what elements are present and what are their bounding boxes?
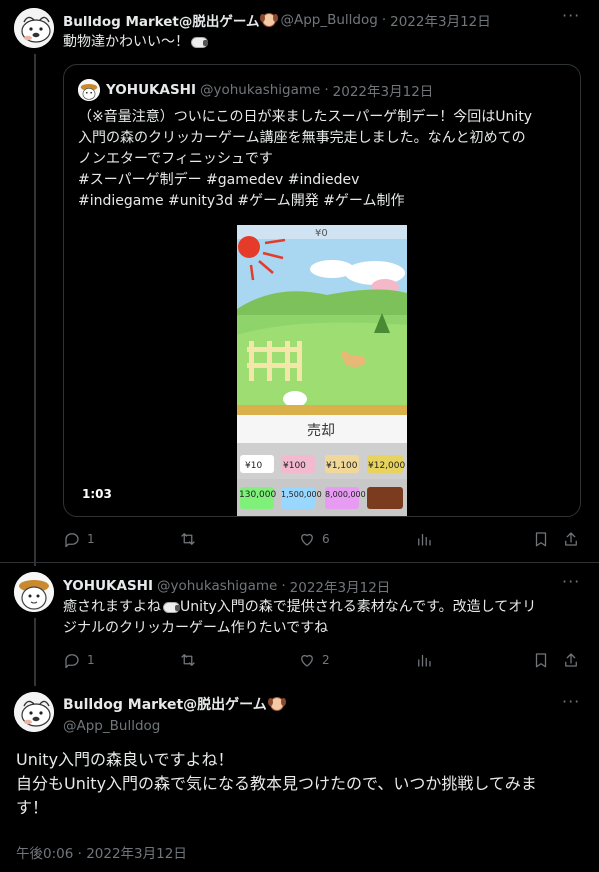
thread-line: [34, 54, 36, 566]
tweet-text-part: 癒されますよね: [63, 599, 161, 615]
tweet-text: 癒されますよね Unity入門の森で提供される素材なんです。改造してオリ ジナルの…: [63, 597, 583, 639]
tweet-header: YOHUKASHI @yohukashigame · 2022年3月12日: [63, 576, 390, 596]
reply-count: 1: [87, 653, 95, 667]
quote-date: 2022年3月12日: [332, 84, 434, 100]
main-tweet-header: Bulldog Market@脱出ゲーム @App_Bulldog: [63, 694, 286, 734]
avatar-bulldog-market[interactable]: [14, 692, 54, 732]
tweet-text-line: Unity入門の森良いですよね！: [16, 750, 234, 769]
retweet-button[interactable]: [179, 530, 203, 548]
heart-icon: [301, 654, 313, 667]
tweet-text-part: Unity入門の森で提供される素材なんです。改造してオリ: [180, 599, 537, 615]
more-options-icon[interactable]: ···: [562, 572, 580, 591]
bulldog-face-icon: [260, 13, 279, 27]
views-icon: [418, 533, 431, 546]
quote-text-line: ノンエターでフィニッシュです: [78, 151, 273, 167]
price-1: ¥10: [245, 461, 262, 471]
bulldog-avatar-icon: [14, 8, 54, 48]
reply-button[interactable]: 1: [63, 651, 95, 669]
quote-text-line: 入門の森のクリッカーゲーム講座を無事完走しました。なんと初めての: [78, 130, 526, 146]
avatar-yohukashi[interactable]: [14, 572, 54, 612]
user-handle[interactable]: @App_Bulldog: [280, 12, 377, 28]
retweet-icon: [181, 654, 195, 666]
tweet-text-content: 動物達かわいい〜！: [63, 34, 189, 50]
separator-dot: ·: [324, 82, 329, 98]
share-button[interactable]: [562, 651, 580, 669]
quote-display-name: YOHUKASHI: [106, 82, 196, 98]
retweet-button[interactable]: [179, 651, 203, 669]
sell-button: 売却: [307, 423, 335, 439]
sheep-emoji-icon: [191, 36, 208, 48]
tweet-text-line: ジナルのクリッカーゲーム作りたいですね: [63, 620, 329, 636]
retweet-icon: [181, 533, 195, 545]
tweet-date[interactable]: 2022年3月12日: [390, 10, 491, 30]
yohukashi-avatar-icon: [78, 79, 100, 101]
reply-button[interactable]: 1: [63, 530, 95, 548]
divider: [0, 562, 599, 563]
bookmark-icon: [535, 653, 547, 668]
user-handle[interactable]: @yohukashigame: [157, 578, 277, 594]
quote-header: YOHUKASHI @yohukashigame · 2022年3月12日: [78, 79, 433, 101]
like-count: 2: [322, 653, 330, 667]
reply-icon: [65, 533, 79, 548]
tweet-timestamp[interactable]: 午後0:06 · 2022年3月12日: [16, 842, 187, 862]
share-icon: [565, 532, 577, 546]
price-2: ¥100: [283, 461, 306, 471]
display-name[interactable]: YOHUKASHI: [63, 578, 153, 594]
price-4: ¥12,000: [368, 461, 405, 471]
tweet-text-line: す！: [16, 798, 49, 817]
quoted-tweet-card[interactable]: YOHUKASHI @yohukashigame · 2022年3月12日 （※…: [63, 64, 581, 517]
clicker-game-screenshot: ¥0 売却 ¥10 ¥100 ¥1,100 ¥12,000 130,000 1,…: [237, 225, 407, 516]
more-options-icon[interactable]: ···: [562, 6, 580, 25]
tweet-text: 動物達かわいい〜！: [63, 32, 208, 53]
share-icon: [565, 653, 577, 667]
quote-handle: @yohukashigame: [200, 82, 321, 98]
avatar-bulldog-market[interactable]: [14, 8, 54, 48]
game-score: ¥0: [315, 228, 328, 239]
price-5: 130,000: [239, 490, 276, 500]
bookmark-icon: [535, 532, 547, 547]
thread-line: [34, 618, 36, 686]
quote-text: （※音量注意）ついにこの日が来ましたスーパーゲ制デー！今回はUnity 入門の森…: [78, 107, 573, 212]
video-duration: 1:03: [76, 485, 118, 503]
heart-icon: [301, 533, 313, 546]
video-player[interactable]: ¥0 売却 ¥10 ¥100 ¥1,100 ¥12,000 130,000 1,…: [237, 225, 407, 516]
views-icon: [418, 654, 431, 667]
views-button[interactable]: [415, 530, 439, 548]
bookmark-button[interactable]: [532, 651, 550, 669]
like-button[interactable]: 2: [298, 651, 330, 669]
separator-dot: ·: [381, 12, 387, 28]
tweet-text-line: 自分もUnity入門の森で気になる教本見つけたので、いつか挑戦してみま: [16, 774, 537, 793]
reply-count: 1: [87, 532, 95, 546]
price-6: 1,500,000: [281, 490, 322, 499]
bookmark-button[interactable]: [532, 530, 550, 548]
price-7: 8,000,000: [325, 490, 366, 499]
display-name-row: Bulldog Market@脱出ゲーム: [63, 694, 286, 714]
separator-dot: ·: [281, 578, 286, 594]
display-name[interactable]: Bulldog Market@脱出ゲーム: [63, 10, 259, 30]
yohukashi-avatar-icon: [14, 572, 54, 612]
reply-icon: [65, 654, 79, 669]
tweet-date[interactable]: 2022年3月12日: [290, 576, 391, 596]
share-button[interactable]: [562, 530, 580, 548]
sheep-emoji-icon: [163, 601, 180, 613]
avatar-yohukashi: [78, 79, 100, 101]
like-button[interactable]: 6: [298, 530, 330, 548]
more-options-icon[interactable]: ···: [562, 692, 580, 711]
like-count: 6: [322, 532, 330, 546]
user-handle[interactable]: @App_Bulldog: [63, 718, 284, 734]
bulldog-avatar-icon: [14, 692, 54, 732]
tweet-text-line: 癒されますよね Unity入門の森で提供される素材なんです。改造してオリ: [63, 597, 583, 618]
tweet-header: Bulldog Market@脱出ゲーム @App_Bulldog · 2022…: [63, 10, 491, 30]
hashtag-line[interactable]: #スーパーゲ制デー #gamedev #indiedev: [78, 170, 573, 191]
hashtag-line[interactable]: #indiegame #unity3d #ゲーム開発 #ゲーム制作: [78, 191, 573, 212]
quote-text-line: （※音量注意）ついにこの日が来ましたスーパーゲ制デー！今回はUnity: [78, 109, 533, 125]
views-button[interactable]: [415, 651, 439, 669]
main-tweet-text: Unity入門の森良いですよね！ 自分もUnity入門の森で気になる教本見つけた…: [16, 748, 586, 820]
price-3: ¥1,100: [326, 461, 358, 471]
display-name[interactable]: Bulldog Market@脱出ゲーム: [63, 694, 267, 714]
bulldog-face-icon: [267, 697, 286, 711]
